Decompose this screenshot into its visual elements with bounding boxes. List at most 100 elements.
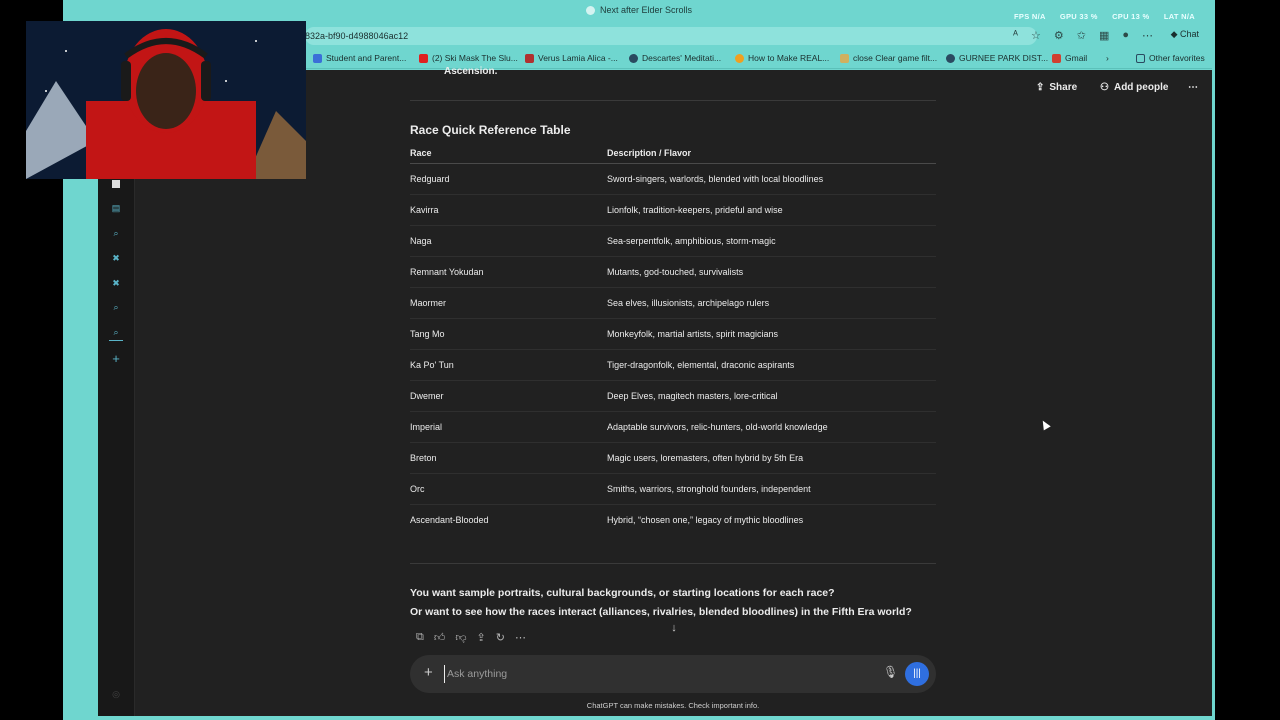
gpu-stat: GPU 33 % — [1059, 12, 1098, 21]
table-row: Maormer Sea elves, illusionists, archipel… — [410, 288, 936, 319]
search-icon[interactable]: ⌕ — [110, 326, 122, 338]
description-cell: Adaptable survivors, relic-hunters, old-… — [607, 422, 828, 432]
bookmark-folder[interactable]: Other favorites — [1136, 53, 1205, 63]
bookmark-label: Gmail — [1065, 53, 1088, 63]
search-icon[interactable]: ⌕ — [110, 227, 122, 239]
race-cell: Ascendant-Blooded — [410, 515, 489, 525]
table-row: Kavirra Lionfolk, tradition-keepers, prid… — [410, 195, 936, 226]
description-cell: Mutants, god-touched, survivalists — [607, 267, 744, 277]
new-chat-icon[interactable]: ▤ — [110, 202, 122, 214]
description-cell: Magic users, loremasters, often hybrid b… — [607, 453, 804, 463]
race-cell: Maormer — [410, 298, 447, 308]
fps-stat: FPS N/A — [1014, 12, 1046, 21]
gpt-icon[interactable]: ✖ — [110, 277, 122, 289]
divider — [410, 100, 936, 101]
description-cell: Tiger-dragonfolk, elemental, draconic as… — [607, 360, 795, 370]
globe-icon — [946, 53, 955, 63]
race-cell: Breton — [410, 453, 437, 463]
rail-divider — [109, 340, 123, 341]
composer: + 🎙︎ ||| — [410, 655, 936, 693]
youtube-icon — [419, 53, 428, 63]
more-menu-icon[interactable]: ⋯ — [1142, 29, 1153, 42]
column-header-description: Description / Flavor — [607, 148, 692, 158]
microphone-icon[interactable]: 🎙︎ — [883, 665, 898, 679]
description-cell: Monkeyfolk, martial artists, spirit magi… — [607, 329, 779, 339]
more-options-icon[interactable]: ⋯ — [1188, 82, 1198, 93]
url-field[interactable]: 832a-bf90-d4988046ac12 — [305, 27, 1037, 45]
add-attachment-icon[interactable]: + — [424, 664, 433, 681]
race-cell: Imperial — [410, 422, 443, 432]
thumbs-up-icon[interactable]: 👍︎ — [434, 631, 446, 644]
sidebar-toggle-icon[interactable] — [112, 180, 120, 188]
table-row: Orc Smiths, warriors, stronghold founders… — [410, 474, 936, 505]
disclaimer-text: ChatGPT can make mistakes. Check importa… — [586, 701, 760, 710]
copilot-chat-button[interactable]: ◆ Chat — [1171, 29, 1199, 40]
extensions-icon[interactable]: ⚙ — [1054, 29, 1064, 42]
bookmark-label: GURNEE PARK DIST... — [959, 53, 1049, 63]
race-cell: Redguard — [410, 174, 450, 184]
bookmark-item[interactable]: How to Make REAL... — [735, 53, 829, 63]
description-cell: Sea-serpentfolk, amphibious, storm-magic — [607, 236, 776, 246]
window-edge — [1212, 0, 1215, 720]
race-cell: Dwemer — [410, 391, 444, 401]
copy-icon[interactable]: ⧉ — [416, 631, 424, 644]
table-row: Remnant Yokudan Mutants, god-touched, sur… — [410, 257, 936, 288]
add-icon[interactable]: + — [110, 352, 122, 365]
table-row: Ka Po' Tun Tiger-dragonfolk, elemental, d… — [410, 350, 936, 381]
description-cell: Hybrid, “chosen one,” legacy of mythic b… — [607, 515, 804, 525]
scroll-down-arrow-icon[interactable]: ↓ — [665, 619, 683, 637]
favorite-star-icon[interactable]: ☆ — [1031, 29, 1041, 42]
description-cell: Sea elves, illusionists, archipelago rul… — [607, 298, 770, 308]
description-cell: Lionfolk, tradition-keepers, prideful an… — [607, 205, 783, 215]
bookmark-label: Verus Lamia Alica -... — [538, 53, 618, 63]
thumbs-down-icon[interactable]: 👎︎ — [455, 631, 466, 644]
bookmark-label: Student and Parent... — [326, 53, 407, 63]
more-icon[interactable]: ⋯ — [515, 631, 526, 644]
window-title-text: Next after Elder Scrolls — [599, 5, 693, 15]
share-button[interactable]: ⇪ Share — [1036, 82, 1077, 93]
description-cell: Smiths, warriors, stronghold founders, i… — [607, 484, 811, 494]
url-text: 832a-bf90-d4988046ac12 — [305, 31, 409, 41]
voice-mode-button[interactable]: ||| — [905, 662, 929, 686]
profile-icon[interactable]: ◎ — [110, 688, 122, 700]
bookmark-item[interactable]: Student and Parent... — [313, 53, 406, 63]
add-people-label: Add people — [1113, 82, 1169, 93]
bookmarks-overflow-chevron-icon[interactable]: › — [1106, 53, 1109, 63]
bookmark-label: Other favorites — [1149, 53, 1205, 63]
address-bar-icons: ᴬ ☆ ⚙ ✩ ▦ ● ⋯ — [1013, 29, 1153, 42]
race-cell: Ka Po' Tun — [410, 360, 454, 370]
bookmark-item[interactable]: (2) Ski Mask The Slu... — [419, 53, 518, 63]
add-people-button[interactable]: ⚇ Add people — [1100, 82, 1168, 93]
globe-icon — [629, 53, 638, 63]
share-label: Share — [1049, 82, 1078, 93]
share-icon: ⇪ — [1036, 82, 1045, 93]
bookmark-item[interactable]: close Clear game filt... — [840, 53, 937, 63]
race-cell: Remnant Yokudan — [410, 267, 484, 277]
description-cell: Sword-singers, warlords, blended with lo… — [607, 174, 824, 184]
favorites-icon[interactable]: ✩ — [1077, 29, 1086, 42]
read-aloud-icon[interactable]: ᴬ — [1013, 29, 1018, 42]
bookmark-item[interactable]: Descartes' Meditati... — [629, 53, 721, 63]
profile-avatar-icon[interactable]: ● — [1122, 29, 1129, 42]
column-header-race: Race — [410, 148, 432, 158]
share-icon[interactable]: ⇪ — [477, 631, 486, 644]
bookmark-icon — [525, 53, 534, 63]
table-row: Ascendant-Blooded Hybrid, “chosen one,” l… — [410, 505, 936, 536]
race-cell: Tang Mo — [410, 329, 445, 339]
prompt-input[interactable] — [444, 665, 864, 683]
add-person-icon: ⚇ — [1100, 82, 1109, 93]
table-row: Breton Magic users, loremasters, often hy… — [410, 443, 936, 474]
search-icon[interactable]: ⌕ — [110, 301, 122, 313]
lat-stat: LAT N/A — [1163, 12, 1195, 21]
cpu-stat: CPU 13 % — [1112, 12, 1150, 21]
bookmark-item[interactable]: Gmail — [1052, 53, 1087, 63]
follow-up-question: You want sample portraits, cultural back… — [410, 587, 835, 599]
regenerate-icon[interactable]: ↻ — [496, 631, 505, 644]
bookmark-item[interactable]: Verus Lamia Alica -... — [525, 53, 618, 63]
gpt-icon[interactable]: ✖ — [110, 252, 122, 264]
bookmark-item[interactable]: GURNEE PARK DIST... — [946, 53, 1048, 63]
table-title: Race Quick Reference Table — [410, 123, 571, 137]
table-row: Tang Mo Monkeyfolk, martial artists, spir… — [410, 319, 936, 350]
webcam-overlay — [26, 21, 306, 179]
collections-icon[interactable]: ▦ — [1099, 29, 1109, 42]
